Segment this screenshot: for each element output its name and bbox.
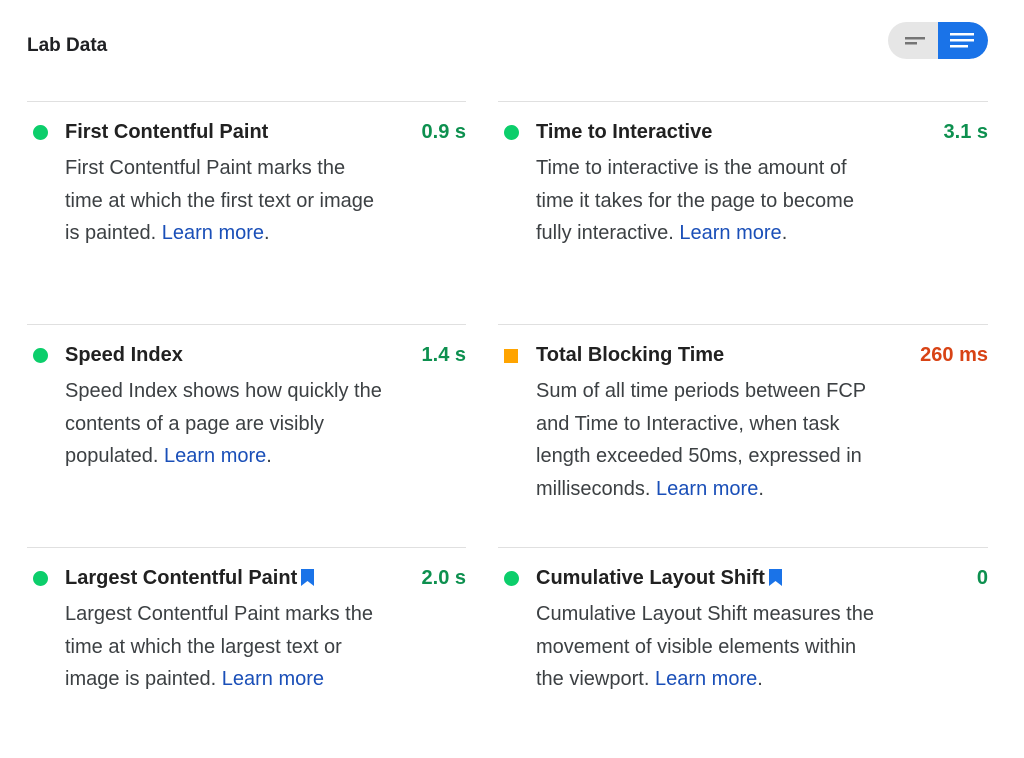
metric-title: Cumulative Layout Shift [536,567,765,589]
bookmark-icon [301,569,315,586]
metric-description: Speed Index shows how quickly the conten… [65,380,382,467]
learn-more-link[interactable]: Learn more [222,668,324,690]
learn-more-link[interactable]: Learn more [656,478,758,500]
metric-title: Speed Index [65,344,183,366]
metric-speed-index: Speed Index 1.4 s Speed Index shows how … [27,324,466,547]
metric-title-wrap: Cumulative Layout Shift [536,567,782,590]
metric-title: Time to Interactive [536,121,713,143]
average-indicator-icon [504,349,518,363]
metric-value: 2.0 s [421,567,466,589]
metric-value: 0 [976,567,988,589]
metric-description-text: Largest Contentful Paint marks the time … [65,603,373,690]
pass-indicator-icon [33,125,48,140]
metric-description: Cumulative Layout Shift measures the mov… [536,603,874,690]
metric-value: 260 ms [920,344,988,366]
bookmark-icon [768,569,782,586]
learn-more-link[interactable]: Learn more [679,222,781,244]
metric-title: Total Blocking Time [536,344,725,366]
learn-more-link[interactable]: Learn more [655,668,757,690]
metric-description: First Contentful Paint marks the time at… [65,157,375,244]
metric-total-blocking-time: Total Blocking Time 260 ms Sum of all ti… [498,324,988,547]
metric-description: Sum of all time periods between FCP and … [536,380,866,500]
learn-more-link[interactable]: Learn more [162,222,264,244]
metric-cumulative-layout-shift: Cumulative Layout Shift 0 Cumulative Lay… [498,547,988,758]
pass-indicator-icon [504,571,519,586]
metric-description: Largest Contentful Paint marks the time … [65,598,385,696]
metric-title-wrap: Largest Contentful Paint [65,567,315,590]
lab-data-header: Lab Data [27,0,988,90]
metric-title: Largest Contentful Paint [65,567,298,589]
metric-time-to-interactive: Time to Interactive 3.1 s Time to intera… [498,101,988,324]
metric-title: First Contentful Paint [65,121,269,143]
pass-indicator-icon [33,571,48,586]
expanded-view-button[interactable] [938,22,988,59]
learn-more-link[interactable]: Learn more [164,445,266,467]
metric-largest-contentful-paint: Largest Contentful Paint 2.0 s Largest C… [27,547,466,758]
section-title: Lab Data [27,35,108,56]
metric-value: 1.4 s [421,344,466,366]
short-lines-icon [905,37,925,45]
metric-description: Time to interactive is the amount of tim… [536,157,854,244]
summary-view-button[interactable] [888,22,938,59]
metric-first-contentful-paint: First Contentful Paint 0.9 s First Conte… [27,101,466,324]
pass-indicator-icon [504,125,519,140]
long-lines-icon [950,33,974,48]
metric-value: 3.1 s [943,121,988,143]
metric-value: 0.9 s [421,121,466,143]
pass-indicator-icon [33,348,48,363]
view-toggle[interactable] [888,22,988,59]
